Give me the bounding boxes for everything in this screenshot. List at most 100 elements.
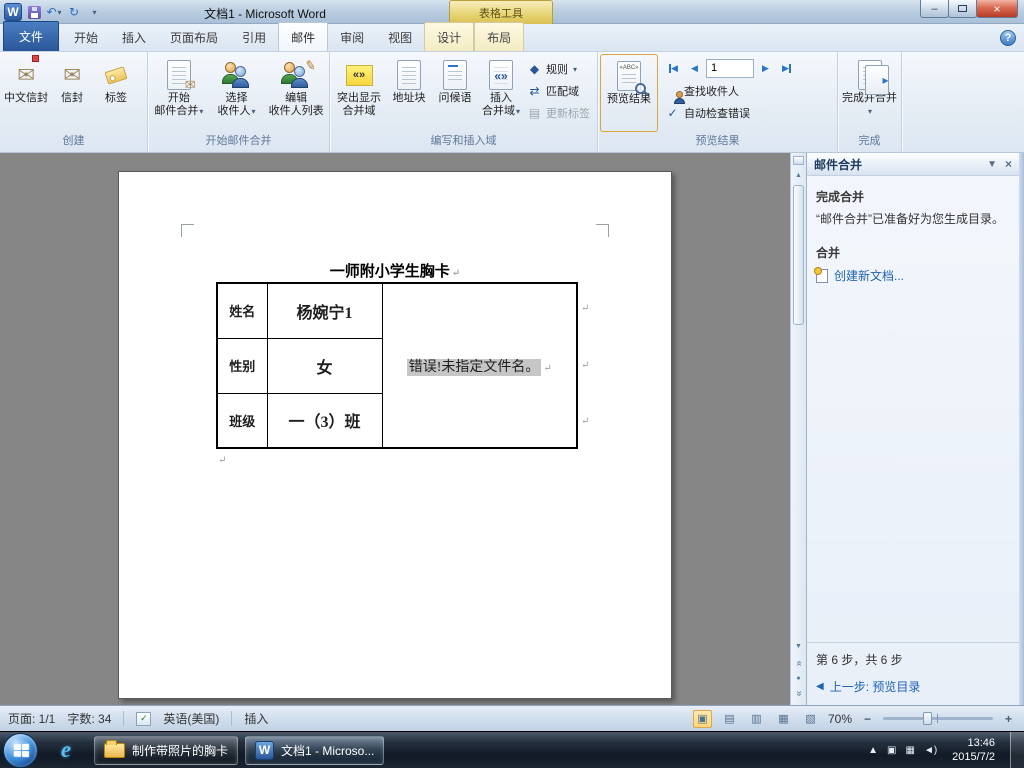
help-icon[interactable]: ? <box>1000 30 1016 46</box>
previous-step-link[interactable]: ◀ 上一步: 预览目录 <box>816 678 1010 695</box>
taskbar-clock[interactable]: 13:46 2015/7/2 <box>946 736 1001 764</box>
select-recipients-button[interactable]: 选择 收件人▾ <box>208 54 266 132</box>
chinese-envelope-icon: ✉ <box>17 63 35 87</box>
qat-customize-button[interactable]: ▾ <box>86 3 102 21</box>
labels-button[interactable]: 标签 <box>94 54 138 132</box>
rules-button[interactable]: ◆ 规则 ▾ <box>524 58 593 80</box>
tab-view[interactable]: 视图 <box>376 23 424 51</box>
task-pane-header: 邮件合并 ▼ × <box>807 153 1019 176</box>
envelopes-button[interactable]: ✉ 信封 <box>50 54 94 132</box>
group-preview-results: «ABC» 预览结果 ◀ ◀ ▶ ▶ 查找收件人 ✓自动检查错误 预览结果 <box>598 52 838 152</box>
task-pane-menu-icon[interactable]: ▼ <box>987 159 997 170</box>
document-area[interactable]: 一师附小学生胸卡 ↵ 姓名 杨婉宁1 错误!未指定文件名。 ↵ 性别 女 班级 一（… <box>0 153 790 705</box>
last-record-button[interactable]: ▶ <box>777 59 796 78</box>
task-pane-close-icon[interactable]: × <box>1005 157 1012 171</box>
zoom-out-button[interactable]: − <box>860 711 875 726</box>
tab-mailings[interactable]: 邮件 <box>278 22 329 51</box>
print-layout-view-button[interactable]: ▣ <box>692 709 712 728</box>
tab-layout[interactable]: 布局 <box>474 22 525 51</box>
zoom-in-button[interactable]: + <box>1001 711 1016 726</box>
student-badge-table[interactable]: 姓名 杨婉宁1 错误!未指定文件名。 ↵ 性别 女 班级 一（3）班 <box>216 282 578 449</box>
outline-view-button[interactable]: ▦ <box>774 710 793 728</box>
ribbon: ✉ 中文信封 ✉ 信封 标签 创建 ✉ 开始 邮件合并▾ 选择 收件人▾ ✎ 编… <box>0 52 1024 153</box>
network-icon[interactable]: ▦ <box>905 745 914 756</box>
insert-merge-field-button[interactable]: «» 插入 合并域▾ <box>478 54 524 132</box>
group-create: ✉ 中文信封 ✉ 信封 标签 创建 <box>0 52 148 152</box>
proofing-status-icon[interactable]: ✓ <box>136 711 152 726</box>
create-new-document-link[interactable]: 创建新文档... <box>814 266 1010 284</box>
group-label-create: 创建 <box>62 135 85 147</box>
new-document-icon <box>814 266 828 283</box>
word-taskbar-button[interactable]: W 文档1 - Microso... <box>245 735 385 765</box>
cell-name-label[interactable]: 姓名 <box>216 282 268 339</box>
show-desktop-button[interactable] <box>1010 731 1024 768</box>
scroll-down-button[interactable]: ▼ <box>792 639 805 653</box>
tab-design[interactable]: 设计 <box>424 22 475 51</box>
record-number-input[interactable] <box>706 58 754 78</box>
next-record-button[interactable]: ▶ <box>756 59 775 78</box>
tab-review[interactable]: 审阅 <box>328 23 376 51</box>
tab-file[interactable]: 文件 <box>3 21 60 51</box>
folder-taskbar-button[interactable]: 制作带照片的胸卡 <box>94 735 239 765</box>
cell-class-label[interactable]: 班级 <box>216 392 268 449</box>
show-hidden-icons-button[interactable]: ▲ <box>868 745 878 756</box>
cell-class-value[interactable]: 一（3）班 <box>266 392 383 449</box>
close-button[interactable]: × <box>976 0 1018 18</box>
match-fields-button[interactable]: ⇄ 匹配域 <box>524 80 593 102</box>
first-record-button[interactable]: ◀ <box>664 59 683 78</box>
scroll-up-button[interactable]: ▲ <box>792 168 805 182</box>
edit-recipient-list-button[interactable]: ✎ 编辑 收件人列表 <box>265 54 327 132</box>
cell-name-value[interactable]: 杨婉宁1 <box>266 282 383 339</box>
label-tag-icon <box>104 65 128 85</box>
preview-results-icon: «ABC» <box>617 61 646 94</box>
undo-button[interactable]: ↶ ▾ <box>46 3 62 21</box>
insert-mode-indicator[interactable]: 插入 <box>244 710 268 727</box>
cell-gender-value[interactable]: 女 <box>266 337 383 394</box>
next-page-button[interactable]: « <box>792 686 805 700</box>
chinese-envelope-button[interactable]: ✉ 中文信封 <box>2 54 50 132</box>
draft-view-button[interactable]: ▧ <box>801 710 820 728</box>
word-count[interactable]: 字数: 34 <box>67 710 111 727</box>
page-indicator[interactable]: 页面: 1/1 <box>8 710 55 727</box>
zoom-slider[interactable] <box>883 712 993 725</box>
dropdown-icon: ▾ <box>251 107 256 116</box>
select-browse-object-button[interactable]: ● <box>792 671 805 685</box>
previous-record-button[interactable]: ◀ <box>685 59 704 78</box>
start-button[interactable] <box>3 732 38 768</box>
tab-references[interactable]: 引用 <box>230 23 278 51</box>
internet-explorer-taskbar-button[interactable]: e <box>45 735 87 765</box>
fullscreen-reading-view-button[interactable]: ▤ <box>720 710 739 728</box>
auto-check-errors-button[interactable]: ✓ 自动检查错误 <box>662 102 798 124</box>
greeting-line-button[interactable]: 问候语 <box>432 54 478 132</box>
zoom-slider-thumb[interactable] <box>923 712 932 725</box>
tab-page-layout[interactable]: 页面布局 <box>158 23 230 51</box>
volume-icon[interactable]: ◄) <box>924 745 937 756</box>
tab-home[interactable]: 开始 <box>62 23 110 51</box>
maximize-button[interactable] <box>948 0 977 18</box>
save-button[interactable] <box>26 3 42 21</box>
rules-icon: ◆ <box>529 62 540 76</box>
group-write-insert-fields: «» 突出显示 合并域 地址块 问候语 «» 插入 合并域▾ ◆ 规则 ▾ ⇄ 匹 <box>330 52 598 152</box>
minimize-button[interactable]: – <box>920 0 949 18</box>
web-layout-view-button[interactable]: ▥ <box>747 710 766 728</box>
previous-page-button[interactable]: « <box>792 656 805 670</box>
document-page[interactable]: 一师附小学生胸卡 ↵ 姓名 杨婉宁1 错误!未指定文件名。 ↵ 性别 女 班级 一（… <box>118 171 672 699</box>
scrollbar-thumb[interactable] <box>793 185 804 325</box>
finish-and-merge-button[interactable]: ▸ 完成并合并 ▾ <box>841 54 899 132</box>
record-navigator: ◀ ◀ ▶ ▶ <box>662 54 798 80</box>
address-block-button[interactable]: 地址块 <box>386 54 432 132</box>
find-recipient-button[interactable]: 查找收件人 <box>662 80 798 104</box>
language-indicator[interactable]: 英语(美国) <box>163 710 219 727</box>
zoom-level[interactable]: 70% <box>828 712 852 726</box>
preview-results-button[interactable]: «ABC» 预览结果 <box>600 54 658 132</box>
highlight-merge-fields-button[interactable]: «» 突出显示 合并域 <box>332 54 386 132</box>
word-app-icon[interactable]: W <box>4 3 22 21</box>
tab-insert[interactable]: 插入 <box>110 23 158 51</box>
cell-photo-merged[interactable]: 错误!未指定文件名。 ↵ <box>381 282 578 449</box>
ruler-toggle-button[interactable] <box>793 156 804 165</box>
redo-button[interactable]: ↻ <box>66 3 82 21</box>
cell-gender-label[interactable]: 性别 <box>216 337 268 394</box>
tray-status-icon[interactable]: ▣ <box>887 745 896 756</box>
start-mail-merge-button[interactable]: ✉ 开始 邮件合并▾ <box>150 54 208 132</box>
document-scrollbar[interactable]: ▲ ▼ « ● « <box>790 153 806 705</box>
